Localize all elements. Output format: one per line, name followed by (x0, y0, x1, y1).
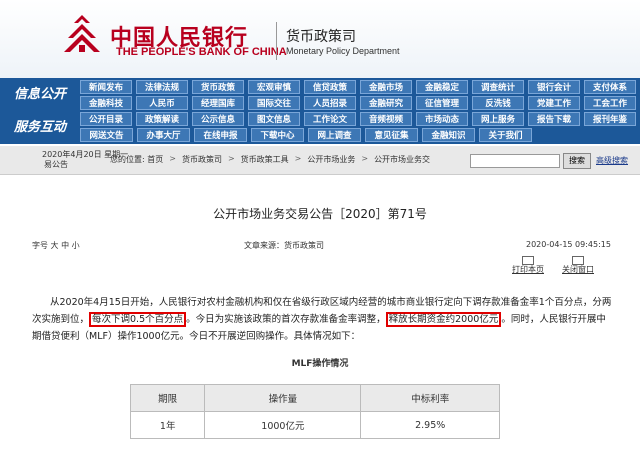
nav-item[interactable]: 党建工作 (528, 96, 580, 110)
nav-item[interactable]: 支付体系 (584, 80, 636, 94)
nav-row-3: 公开目录 政策解读 公示信息 图文信息 工作论文 音频视频 市场动态 网上服务 报告下载 报刊年鉴 (80, 112, 640, 126)
site-header: 中国人民银行 THE PEOPLE'S BANK OF CHINA 货币政策司 … (0, 0, 640, 78)
article-title: 公开市场业务交易公告［2020］第71号 (213, 207, 427, 221)
nav-section-service: 服务互动 (13, 120, 66, 135)
nav-item[interactable]: 国际交往 (248, 96, 300, 110)
breadcrumb-item[interactable]: 公开市场业务 (307, 154, 355, 165)
nav-item[interactable]: 货币政策 (192, 80, 244, 94)
dept-name-en: Monetary Policy Department (286, 46, 400, 56)
nav-item[interactable]: 音频视频 (360, 112, 412, 126)
nav-item[interactable]: 调查统计 (472, 80, 524, 94)
column-header: 中标利率 (360, 384, 500, 412)
column-header: 操作量 (204, 384, 362, 412)
nav-item[interactable]: 经理国库 (192, 96, 244, 110)
table-cell: 1年 (129, 411, 206, 439)
nav-item[interactable]: 银行会计 (528, 80, 580, 94)
nav-item[interactable]: 金融知识 (422, 128, 475, 142)
article-date: 2020-04-15 09:45:15 (526, 240, 611, 249)
nav-item[interactable]: 人员招录 (304, 96, 356, 110)
table-cell: 1000亿元 (204, 411, 362, 439)
breadcrumb-item[interactable]: 货币政策司 (182, 154, 222, 165)
main-nav: 信息公开 服务互动 新闻发布 法律法规 货币政策 宏观审慎 信贷政策 金融市场 金融稳定 调查… (0, 78, 640, 144)
article-source: 文章来源：货币政策司 (244, 241, 324, 250)
nav-item[interactable]: 网上调查 (308, 128, 361, 142)
breadcrumb-sep: > (361, 154, 369, 163)
nav-item[interactable]: 人民币 (136, 96, 188, 110)
breadcrumb-item[interactable]: 公开市场业务交 (374, 154, 430, 165)
nav-row-4: 网送文告 办事大厅 在线申报 下载中心 网上调查 意见征集 金融知识 关于我们 (80, 128, 640, 142)
nav-item[interactable]: 工会工作 (584, 96, 636, 110)
breadcrumb-item[interactable]: 货币政策工具 (241, 154, 289, 165)
nav-item[interactable]: 政策解读 (136, 112, 188, 126)
nav-row-2: 金融科技 人民币 经理国库 国际交往 人员招录 金融研究 征信管理 反洗钱 党建工作 工会工作 (80, 96, 640, 110)
pboc-emblem-icon (64, 15, 100, 52)
nav-item[interactable]: 图文信息 (248, 112, 300, 126)
nav-item[interactable]: 征信管理 (416, 96, 468, 110)
nav-row-1: 新闻发布 法律法规 货币政策 宏观审慎 信贷政策 金融市场 金融稳定 调查统计 银行会计 支付体系 (80, 80, 640, 94)
nav-item[interactable]: 下载中心 (251, 128, 304, 142)
print-link[interactable]: 打印本页 (512, 264, 544, 275)
table-title: MLF操作情况 (291, 359, 349, 369)
nav-item[interactable]: 关于我们 (479, 128, 532, 142)
table-cell: 2.95% (360, 411, 500, 439)
nav-item[interactable]: 金融科技 (80, 96, 132, 110)
close-link[interactable]: 关闭窗口 (562, 264, 594, 275)
nav-item[interactable]: 报告下载 (528, 112, 580, 126)
highlight-funds-released: 释放长期资金约2000亿元 (385, 312, 502, 327)
nav-item[interactable]: 工作论文 (304, 112, 356, 126)
nav-item[interactable]: 宏观审慎 (248, 80, 300, 94)
nav-item[interactable]: 市场动态 (416, 112, 468, 126)
nav-item[interactable]: 反洗钱 (472, 96, 524, 110)
search-input[interactable] (470, 154, 560, 168)
nav-section-info: 信息公开 (13, 87, 66, 102)
nav-item[interactable]: 法律法规 (136, 80, 188, 94)
nav-item[interactable]: 金融稳定 (416, 80, 468, 94)
nav-item[interactable]: 办事大厅 (137, 128, 190, 142)
nav-item[interactable]: 网上服务 (472, 112, 524, 126)
dept-name-cn: 货币政策司 (286, 29, 356, 45)
breadcrumb-sep: > (294, 154, 302, 163)
nav-item[interactable]: 网送文告 (80, 128, 133, 142)
nav-item[interactable]: 信贷政策 (304, 80, 356, 94)
article-paragraph: 从2020年4月15日开始，人民银行对农村金融机构和仅在省级行政区域内经营的城市… (32, 294, 612, 345)
para-text-2: 。今日为实施该政策的首次存款准备金率调整， (186, 314, 386, 325)
nav-item[interactable]: 在线申报 (194, 128, 247, 142)
search-button[interactable]: 搜索 (563, 153, 591, 169)
column-header: 期限 (129, 384, 206, 412)
table-header-row: 期限 操作量 中标利率 (129, 384, 500, 412)
breadcrumb-item[interactable]: 您的位置: 首页 (110, 154, 163, 165)
nav-item[interactable]: 公开目录 (80, 112, 132, 126)
logo-english: THE PEOPLE'S BANK OF CHINA (116, 46, 287, 58)
breadcrumb-sep: > (169, 154, 176, 163)
table-row: 1年 1000亿元 2.95% (129, 411, 500, 439)
nav-item[interactable]: 新闻发布 (80, 80, 132, 94)
advanced-search-link[interactable]: 高级搜索 (596, 155, 628, 166)
logo-divider (276, 22, 277, 60)
mlf-table: 期限 操作量 中标利率 1年 1000亿元 2.95% (129, 384, 500, 439)
nav-item[interactable]: 报刊年鉴 (584, 112, 636, 126)
nav-item[interactable]: 公示信息 (192, 112, 244, 126)
breadcrumb-sep: > (227, 154, 235, 163)
font-size-switch[interactable]: 字号 大 中 小 (32, 240, 80, 251)
nav-item[interactable]: 意见征集 (365, 128, 418, 142)
breadcrumb: 您的位置: 首页 > 货币政策司 > 货币政策工具 > 公开市场业务 > 公开市… (110, 154, 436, 165)
nav-item[interactable]: 金融市场 (360, 80, 412, 94)
nav-item[interactable]: 金融研究 (360, 96, 412, 110)
highlight-rrr-cut: 每次下调0.5个百分点 (89, 312, 187, 327)
